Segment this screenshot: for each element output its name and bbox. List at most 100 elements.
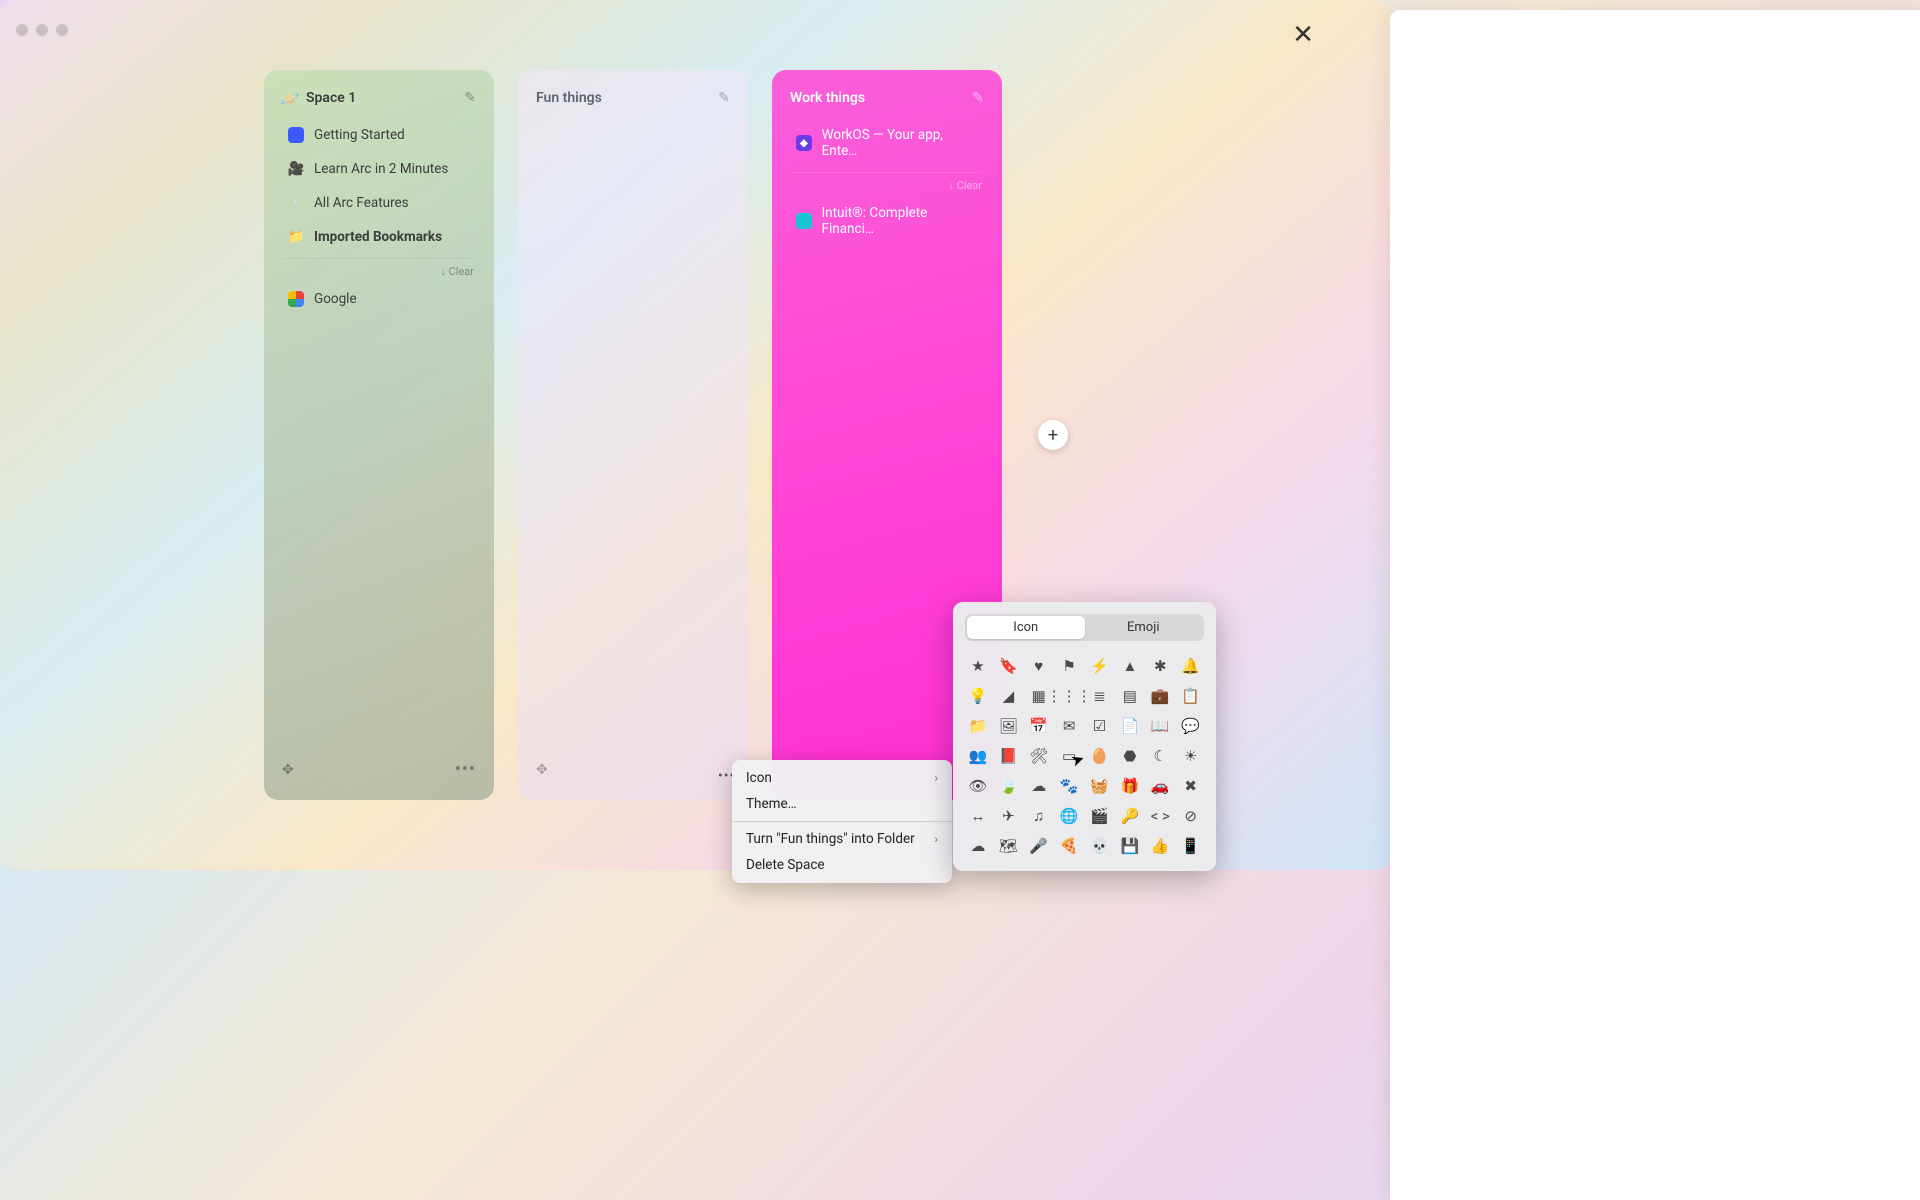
- picker-icon[interactable]: ✈: [995, 803, 1021, 829]
- clear-button[interactable]: ↓ Clear: [792, 172, 982, 192]
- picker-icon[interactable]: 💬: [1178, 713, 1204, 739]
- list-item[interactable]: Intuit®: Complete Financi…: [790, 196, 984, 246]
- list-item[interactable]: ▫️ All Arc Features: [282, 186, 476, 220]
- picker-icon[interactable]: 📋: [1178, 683, 1204, 709]
- picker-icon[interactable]: 💀: [1087, 833, 1113, 859]
- picker-icon[interactable]: 📄: [1117, 713, 1143, 739]
- picker-icon[interactable]: 🧺: [1087, 773, 1113, 799]
- item-label: Google: [314, 291, 357, 307]
- picker-icon[interactable]: ♫: [1026, 803, 1052, 829]
- spaces-board: 🪐 Space 1 ✎ Getting Started 🎥 Learn Arc …: [264, 70, 1002, 800]
- traffic-zoom[interactable]: [56, 24, 68, 36]
- spaces-workspace: ✕ 🪐 Space 1 ✎ Getting Started 🎥 Learn Ar…: [0, 0, 1390, 870]
- move-handle-icon[interactable]: ✥: [282, 762, 294, 778]
- picker-icon[interactable]: 📖: [1147, 713, 1173, 739]
- traffic-close[interactable]: [16, 24, 28, 36]
- item-label: All Arc Features: [314, 195, 409, 211]
- pencil-icon[interactable]: ✎: [972, 90, 984, 106]
- picker-icon[interactable]: ✉: [1056, 713, 1082, 739]
- list-item[interactable]: ◆ WorkOS — Your app, Ente…: [790, 118, 984, 168]
- picker-icon[interactable]: 🔑: [1117, 803, 1143, 829]
- pencil-icon[interactable]: ✎: [718, 90, 730, 106]
- picker-icon[interactable]: 🎤: [1026, 833, 1052, 859]
- card-footer: ✥ •••: [282, 759, 476, 780]
- picker-icon[interactable]: 🍕: [1056, 833, 1082, 859]
- icon-picker-popover: Icon Emoji ★🔖♥⚑⚡▲✱🔔💡◢▦⋮⋮⋮≣▤💼📋📁🖼📅✉☑📄📖💬👥📕🛠…: [953, 602, 1216, 871]
- picker-icon[interactable]: ☑: [1087, 713, 1113, 739]
- favicon-icon: [288, 127, 304, 143]
- picker-icon[interactable]: 🛠: [1026, 743, 1052, 769]
- picker-icon[interactable]: 👍: [1147, 833, 1173, 859]
- picker-icon[interactable]: ⊘: [1178, 803, 1204, 829]
- folder-icon: 📁: [288, 229, 304, 245]
- picker-icon[interactable]: 🚗: [1147, 773, 1173, 799]
- picker-icon[interactable]: 📁: [965, 713, 991, 739]
- picker-icon[interactable]: 🥚: [1087, 743, 1113, 769]
- list-item[interactable]: Getting Started: [282, 118, 476, 152]
- menu-item-delete-space[interactable]: Delete Space: [732, 852, 952, 878]
- menu-item-theme[interactable]: Theme…: [732, 791, 952, 817]
- list-item-folder[interactable]: 📁 Imported Bookmarks: [282, 220, 476, 254]
- picker-icon[interactable]: 🔖: [995, 653, 1021, 679]
- picker-icon[interactable]: ⬣: [1117, 743, 1143, 769]
- item-label: Imported Bookmarks: [314, 229, 442, 245]
- picker-icon[interactable]: ⚡: [1087, 653, 1113, 679]
- right-blank-panel: [1390, 10, 1920, 1200]
- picker-icon[interactable]: 📱: [1178, 833, 1204, 859]
- space-title[interactable]: Work things: [790, 90, 964, 106]
- picker-icon[interactable]: ☁︎: [965, 833, 991, 859]
- list-item[interactable]: 🎥 Learn Arc in 2 Minutes: [282, 152, 476, 186]
- picker-icon[interactable]: 📅: [1026, 713, 1052, 739]
- add-space-button[interactable]: +: [1038, 420, 1068, 450]
- item-label: WorkOS — Your app, Ente…: [822, 127, 978, 159]
- picker-icon[interactable]: ≣: [1087, 683, 1113, 709]
- pencil-icon[interactable]: ✎: [464, 90, 476, 106]
- space-header: Fun things ✎: [536, 90, 730, 106]
- picker-icon[interactable]: ☾: [1147, 743, 1173, 769]
- item-label: Intuit®: Complete Financi…: [822, 205, 979, 237]
- tab-emoji[interactable]: Emoji: [1085, 616, 1203, 639]
- picker-icon[interactable]: ▭: [1056, 743, 1082, 769]
- picker-icon[interactable]: ◢: [995, 683, 1021, 709]
- picker-icon[interactable]: ⋮⋮⋮: [1056, 683, 1082, 709]
- picker-icon[interactable]: 👥: [965, 743, 991, 769]
- picker-icon[interactable]: 💼: [1147, 683, 1173, 709]
- space-title[interactable]: Space 1: [306, 90, 456, 106]
- picker-icon[interactable]: 💾: [1117, 833, 1143, 859]
- move-handle-icon[interactable]: ✥: [536, 762, 548, 778]
- more-icon[interactable]: •••: [455, 759, 476, 780]
- picker-icon[interactable]: ✖: [1178, 773, 1204, 799]
- picker-icon[interactable]: 🌐: [1056, 803, 1082, 829]
- space-card-1: 🪐 Space 1 ✎ Getting Started 🎥 Learn Arc …: [264, 70, 494, 800]
- picker-icon[interactable]: 🖼: [995, 713, 1021, 739]
- picker-icon[interactable]: ✱: [1147, 653, 1173, 679]
- list-item[interactable]: Google: [282, 282, 476, 316]
- picker-icon[interactable]: ★: [965, 653, 991, 679]
- close-icon[interactable]: ✕: [1292, 20, 1314, 50]
- picker-icon[interactable]: ↔: [965, 803, 991, 829]
- picker-icon[interactable]: ♥: [1026, 653, 1052, 679]
- picker-icon[interactable]: 🗺: [995, 833, 1021, 859]
- picker-icon[interactable]: ▲: [1117, 653, 1143, 679]
- picker-icon[interactable]: 🐾: [1056, 773, 1082, 799]
- picker-icon[interactable]: ▤: [1117, 683, 1143, 709]
- menu-item-icon[interactable]: Icon ›: [732, 765, 952, 791]
- picker-icon[interactable]: ⚑: [1056, 653, 1082, 679]
- traffic-minimize[interactable]: [36, 24, 48, 36]
- picker-icon[interactable]: ☀: [1178, 743, 1204, 769]
- picker-icon[interactable]: ☁: [1026, 773, 1052, 799]
- picker-icon[interactable]: < >: [1147, 803, 1173, 829]
- picker-icon[interactable]: 📕: [995, 743, 1021, 769]
- picker-icon[interactable]: 👁: [965, 773, 991, 799]
- tab-icon[interactable]: Icon: [967, 616, 1085, 639]
- picker-icon[interactable]: 🔔: [1178, 653, 1204, 679]
- picker-icon[interactable]: 🍃: [995, 773, 1021, 799]
- menu-item-turn-folder[interactable]: Turn "Fun things" into Folder ›: [732, 826, 952, 852]
- clear-button[interactable]: ↓ Clear: [284, 258, 474, 278]
- space-title[interactable]: Fun things: [536, 90, 710, 106]
- chevron-right-icon: ›: [934, 771, 938, 785]
- picker-icon[interactable]: 🎁: [1117, 773, 1143, 799]
- picker-icon[interactable]: 💡: [965, 683, 991, 709]
- picker-icon[interactable]: 🎬: [1087, 803, 1113, 829]
- square-icon: ▫️: [288, 195, 304, 211]
